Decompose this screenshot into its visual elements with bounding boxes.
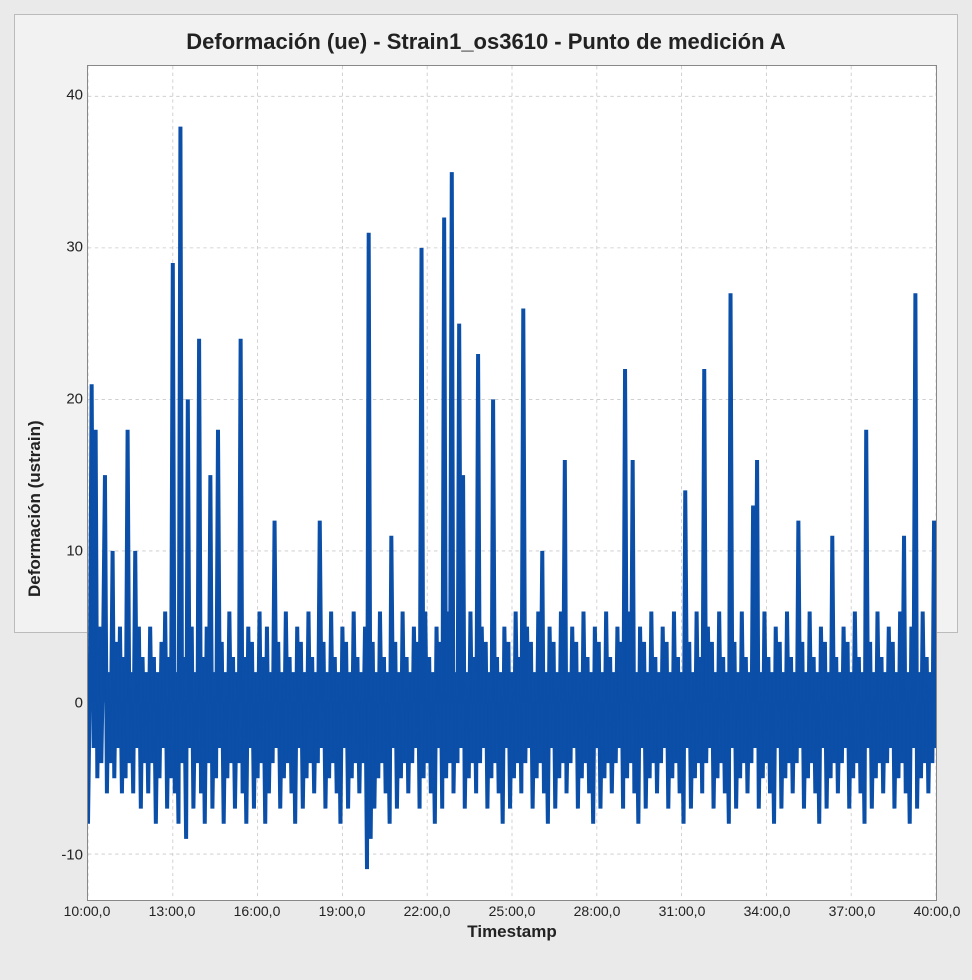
- app-window: Deformación (ue) - Strain1_os3610 - Punt…: [0, 0, 972, 647]
- y-tick: 30: [66, 239, 83, 256]
- chart-panel: Deformación (ue) - Strain1_os3610 - Punt…: [14, 14, 958, 633]
- x-tick: 10:00,0: [64, 903, 111, 919]
- x-tick: 40:00,0: [914, 903, 961, 919]
- plot-area[interactable]: [87, 65, 937, 901]
- time-series-svg: [88, 66, 936, 900]
- y-tick: 10: [66, 543, 83, 560]
- x-tick: 31:00,0: [659, 903, 706, 919]
- x-tick: 37:00,0: [829, 903, 876, 919]
- plot-wrapper: Deformación (ustrain) -10 0 10 20 30 40 10:00…: [15, 61, 957, 960]
- x-tick: 28:00,0: [574, 903, 621, 919]
- y-axis-label: Deformación (ustrain): [23, 65, 47, 952]
- y-tick: 0: [75, 695, 83, 712]
- x-tick: 22:00,0: [404, 903, 451, 919]
- y-tick: -10: [61, 846, 83, 863]
- chart-title: Deformación (ue) - Strain1_os3610 - Punt…: [15, 15, 957, 61]
- x-tick: 16:00,0: [234, 903, 281, 919]
- y-tick: 20: [66, 391, 83, 408]
- x-tick: 13:00,0: [149, 903, 196, 919]
- x-axis-ticks: 10:00,013:00,016:00,019:00,022:00,025:00…: [87, 901, 937, 923]
- y-axis-ticks: -10 0 10 20 30 40: [47, 65, 87, 952]
- y-tick: 40: [66, 87, 83, 104]
- x-tick: 34:00,0: [744, 903, 791, 919]
- x-tick: 19:00,0: [319, 903, 366, 919]
- x-axis-label: Timestamp: [87, 922, 937, 952]
- x-tick: 25:00,0: [489, 903, 536, 919]
